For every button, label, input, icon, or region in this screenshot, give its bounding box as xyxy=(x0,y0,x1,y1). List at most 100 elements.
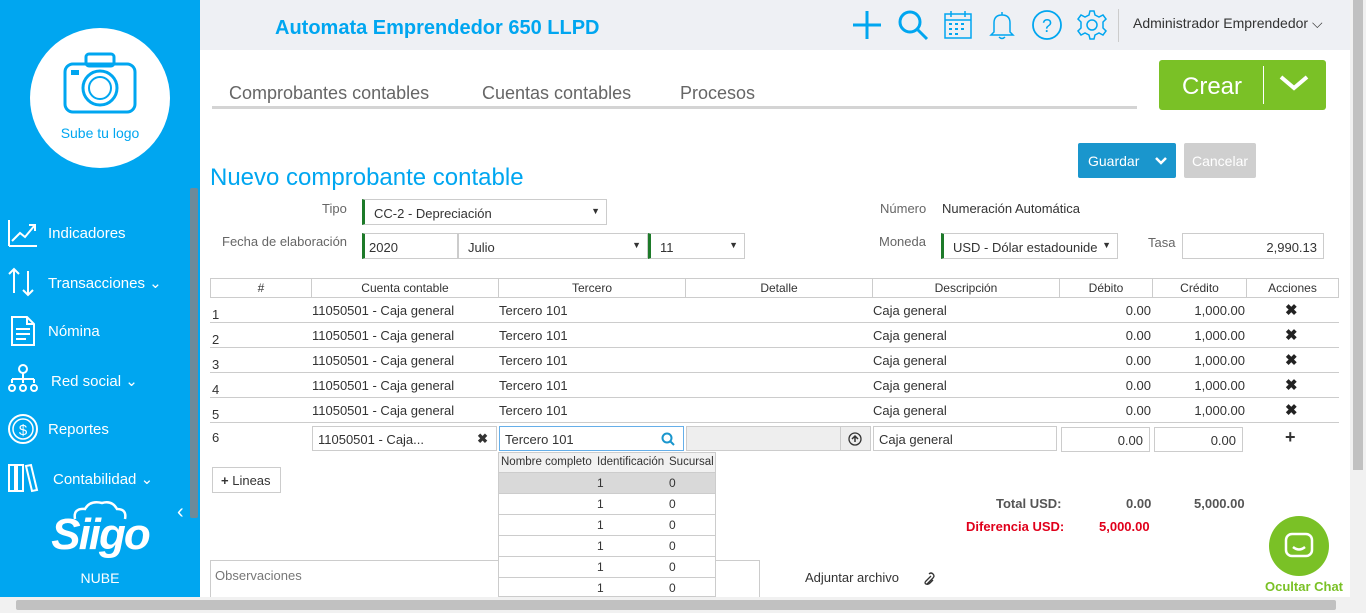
tercero-input[interactable]: Tercero 101 xyxy=(499,426,684,451)
svg-text:?: ? xyxy=(1042,16,1052,36)
delete-row-icon[interactable]: ✖ xyxy=(1285,376,1298,394)
adjuntar-link[interactable]: Adjuntar archivo xyxy=(805,570,899,585)
tab-cuentas[interactable]: Cuentas contables xyxy=(482,83,631,104)
top-bar: Automata Emprendedor 650 LLPD ? Administ… xyxy=(200,0,1350,50)
sidebar-item-reportes[interactable]: $ Reportes xyxy=(0,412,190,446)
sidebar-item-contabilidad[interactable]: Contabilidad ⌄ xyxy=(0,461,190,495)
diferencia-value: 5,000.00 xyxy=(1099,519,1150,534)
search-icon[interactable] xyxy=(661,432,675,446)
search-icon[interactable] xyxy=(896,8,930,42)
diferencia-label: Diferencia USD: xyxy=(966,519,1065,534)
tasa-input[interactable]: 2,990.13 xyxy=(1182,233,1324,259)
suggestion-row[interactable]: 10 xyxy=(499,515,715,536)
brand-logo: Siigo NUBE xyxy=(40,500,160,590)
sidebar-item-label: Nómina xyxy=(48,323,100,340)
document-icon xyxy=(11,316,35,346)
camera-icon xyxy=(63,52,137,114)
paperclip-icon[interactable] xyxy=(921,572,935,586)
chevron-down-icon[interactable] xyxy=(1154,156,1168,166)
year-input[interactable]: 2020 xyxy=(362,233,458,259)
total-debito: 0.00 xyxy=(1126,496,1152,511)
sidebar-item-nomina[interactable]: Nómina xyxy=(0,314,190,348)
user-menu[interactable]: Administrador Emprendedor ⌵ xyxy=(1133,15,1323,32)
moneda-label: Moneda xyxy=(879,234,926,249)
plus-icon: + xyxy=(221,473,229,488)
col-header: Crédito xyxy=(1153,279,1247,297)
detalle-input[interactable] xyxy=(686,426,871,451)
sidebar-item-red-social[interactable]: Red social ⌄ xyxy=(0,363,190,397)
suggestion-row[interactable]: 10 xyxy=(499,557,715,578)
delete-row-icon[interactable]: ✖ xyxy=(1285,401,1298,419)
sidebar: Sube tu logo Indicadores Transacciones ⌄… xyxy=(0,0,200,597)
suggestion-row[interactable]: 10 xyxy=(499,473,715,494)
upload-icon[interactable] xyxy=(848,432,862,446)
divider xyxy=(1118,9,1119,42)
suggestion-row[interactable]: 10 xyxy=(499,494,715,515)
table-row[interactable]: 1 11050501 - Caja general Tercero 101 Ca… xyxy=(210,298,1339,323)
col-header: # xyxy=(211,279,312,297)
chevron-down-icon xyxy=(1279,75,1309,91)
chat-icon xyxy=(1284,532,1314,558)
col-header: Tercero xyxy=(499,279,686,297)
help-icon[interactable]: ? xyxy=(1030,8,1064,42)
cancelar-button[interactable]: Cancelar xyxy=(1184,143,1256,178)
suggestion-row[interactable]: 10 xyxy=(499,578,715,596)
guardar-button[interactable]: Guardar xyxy=(1078,143,1176,178)
tercero-suggestions: Nombre completo Identificación Sucursal … xyxy=(498,452,716,597)
cuenta-input[interactable]: 11050501 - Caja... ✖ xyxy=(312,426,497,451)
sidebar-item-indicadores[interactable]: Indicadores xyxy=(0,216,190,250)
day-select[interactable]: 11 ▼ xyxy=(648,233,745,259)
chat-button[interactable] xyxy=(1269,516,1329,576)
chart-icon xyxy=(8,220,37,247)
month-select[interactable]: Julio ▼ xyxy=(458,233,648,259)
table-row[interactable]: 4 11050501 - Caja general Tercero 101 Ca… xyxy=(210,373,1339,398)
col-header: Detalle xyxy=(686,279,873,297)
delete-row-icon[interactable]: ✖ xyxy=(1285,351,1298,369)
plus-icon[interactable] xyxy=(850,8,884,42)
add-row-icon[interactable]: + xyxy=(1285,427,1296,448)
table-row[interactable]: 3 11050501 - Caja general Tercero 101 Ca… xyxy=(210,348,1339,373)
table-row[interactable]: 2 11050501 - Caja general Tercero 101 Ca… xyxy=(210,323,1339,348)
sidebar-item-transacciones[interactable]: Transacciones ⌄ xyxy=(0,265,190,299)
sidebar-item-label: Transacciones ⌄ xyxy=(48,275,162,292)
tab-comprobantes[interactable]: Comprobantes contables xyxy=(229,83,429,104)
numero-value: Numeración Automática xyxy=(942,201,1081,216)
col-header: Acciones xyxy=(1268,281,1317,295)
company-name: Automata Emprendedor 650 LLPD xyxy=(275,17,600,39)
col-header: Cuenta contable xyxy=(312,279,499,297)
vertical-scrollbar[interactable] xyxy=(1350,0,1366,597)
brand-name: Siigo xyxy=(51,510,151,559)
sidebar-scrollbar[interactable] xyxy=(190,188,198,518)
sidebar-item-label: Contabilidad ⌄ xyxy=(53,471,154,488)
sidebar-item-label: Reportes xyxy=(48,421,109,438)
suggestions-header: Nombre completo Identificación Sucursal xyxy=(499,453,715,473)
sidebar-item-label: Red social ⌄ xyxy=(51,373,138,390)
total-credito: 5,000.00 xyxy=(1194,496,1245,511)
credito-input[interactable]: 0.00 xyxy=(1154,427,1243,452)
ocultar-chat-link[interactable]: Ocultar Chat xyxy=(1265,579,1343,594)
moneda-select[interactable]: USD - Dólar estadounide ▼ xyxy=(941,233,1118,259)
descripcion-input[interactable]: Caja general xyxy=(873,426,1057,451)
svg-text:$: $ xyxy=(19,422,28,439)
add-lineas-button[interactable]: + Lineas xyxy=(212,467,281,493)
bell-icon[interactable] xyxy=(985,8,1019,42)
horizontal-scrollbar[interactable] xyxy=(0,597,1366,613)
crear-button[interactable]: Crear xyxy=(1159,60,1326,110)
clear-icon[interactable]: ✖ xyxy=(477,431,488,447)
collapse-sidebar-icon[interactable]: ‹ xyxy=(177,501,184,524)
table-row[interactable]: 5 11050501 - Caja general Tercero 101 Ca… xyxy=(210,398,1339,423)
delete-row-icon[interactable]: ✖ xyxy=(1285,301,1298,319)
tab-procesos[interactable]: Procesos xyxy=(680,83,755,104)
debito-input[interactable]: 0.00 xyxy=(1061,427,1150,452)
tipo-select[interactable]: CC-2 - Depreciación ▼ xyxy=(362,199,607,225)
col-header: Débito xyxy=(1060,279,1153,297)
page-title: Nuevo comprobante contable xyxy=(210,164,524,191)
logo-text: Sube tu logo xyxy=(60,125,140,141)
logo-upload[interactable]: Sube tu logo xyxy=(30,28,170,168)
delete-row-icon[interactable]: ✖ xyxy=(1285,326,1298,344)
tab-bar: Comprobantes contables Cuentas contables… xyxy=(212,78,1137,109)
suggestion-row[interactable]: 10 xyxy=(499,536,715,557)
calendar-icon[interactable] xyxy=(941,8,975,42)
gear-icon[interactable] xyxy=(1075,8,1109,42)
transfer-icon xyxy=(8,267,34,297)
